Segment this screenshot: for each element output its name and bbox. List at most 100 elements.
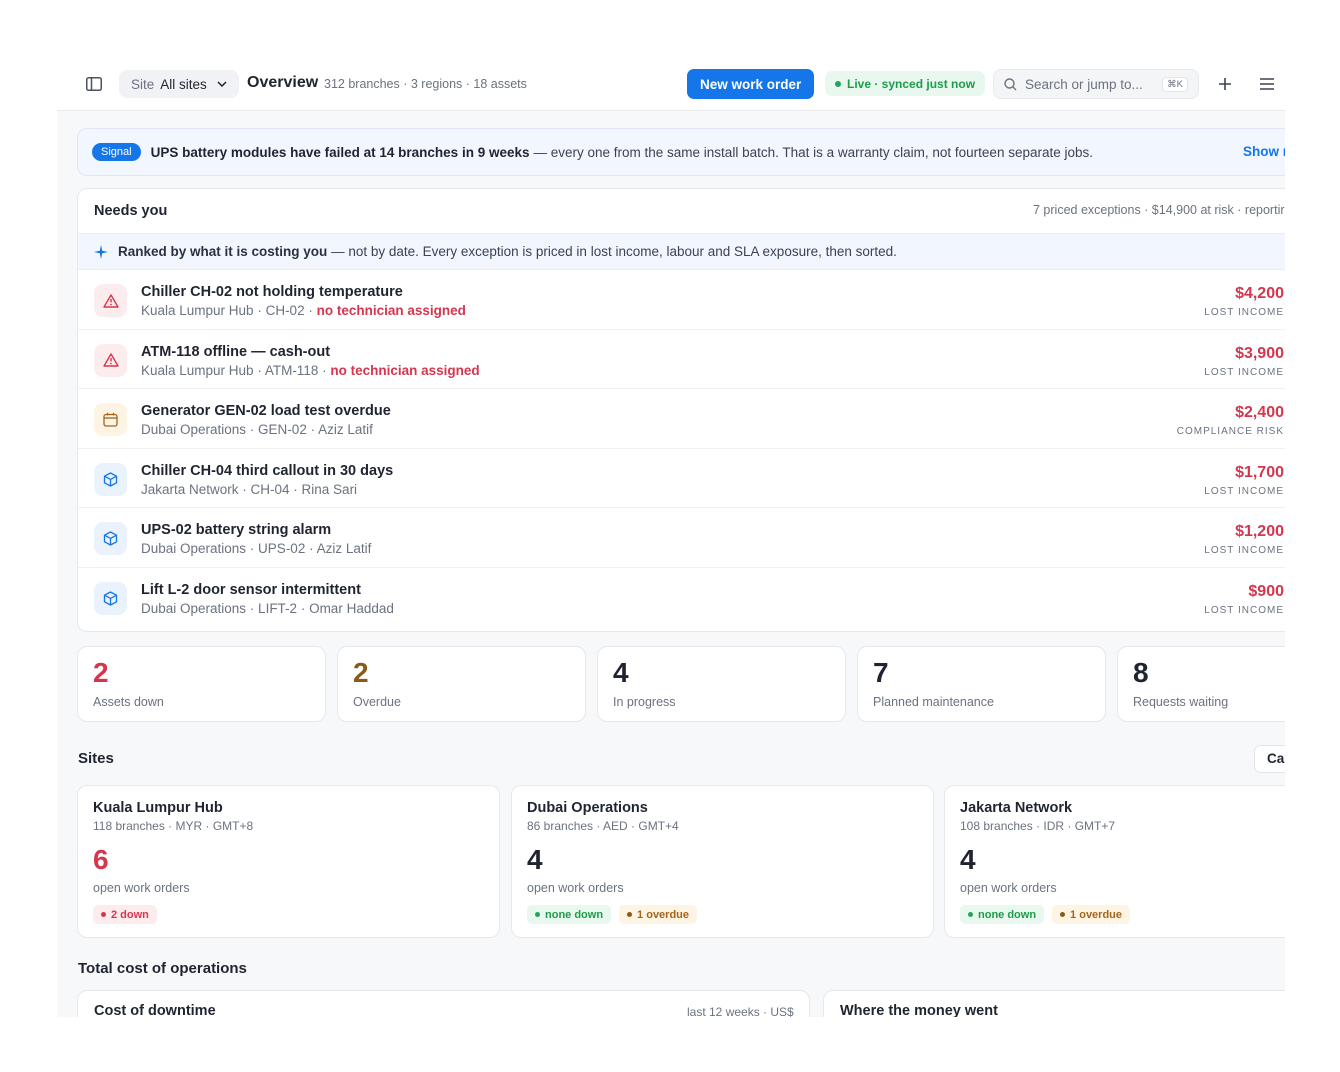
exception-row[interactable]: Chiller CH-04 third callout in 30 days J…	[78, 449, 1285, 508]
stat-label: Planned maintenance	[873, 695, 994, 709]
cost-of-downtime-card: Cost of downtime last 12 weeks · US$	[77, 990, 810, 1017]
signal-banner: Signal UPS battery modules have failed a…	[77, 128, 1285, 176]
site-open-label: open work orders	[93, 881, 190, 895]
top-bar: Site All sites Overview 312 branches · 3…	[57, 56, 1285, 111]
site-open-label: open work orders	[960, 881, 1057, 895]
stat-overdue[interactable]: 2 Overdue	[337, 646, 586, 722]
page-title: Overview	[247, 74, 319, 91]
needs-you-panel: Needs you 7 priced exceptions · $14,900 …	[77, 188, 1285, 632]
sidebar-toggle-icon[interactable]	[83, 73, 105, 95]
status-dot-icon	[1060, 912, 1066, 917]
site-open-label: open work orders	[527, 881, 624, 895]
exception-row[interactable]: Generator GEN-02 load test overdue Dubai…	[78, 389, 1285, 449]
plus-icon[interactable]	[1213, 72, 1237, 96]
exception-title: ATM-118 offline — cash-out	[141, 343, 331, 360]
where-money-went-card: Where the money went	[823, 990, 1285, 1017]
search-icon	[1004, 77, 1017, 91]
stat-value: 2	[93, 657, 109, 688]
stat-value: 8	[1133, 657, 1149, 688]
app-window: Site All sites Overview 312 branches · 3…	[57, 56, 1285, 1017]
exception-amount: $4,200	[1235, 285, 1284, 302]
new-work-order-button[interactable]: New work order	[687, 69, 815, 99]
cost-of-downtime-title: Cost of downtime	[94, 1003, 216, 1017]
site-selector-label: Site	[131, 76, 155, 92]
exception-title: UPS-02 battery string alarm	[141, 522, 332, 538]
exception-row[interactable]: Chiller CH-02 not holding temperature Ku…	[78, 270, 1285, 330]
site-name: Kuala Lumpur Hub	[93, 800, 223, 816]
overdue-badge-text: 1 overdue	[1070, 908, 1123, 921]
stat-assets-down[interactable]: 2 Assets down	[77, 646, 326, 722]
site-meta: 108 branches · IDR · GMT+7	[960, 819, 1116, 833]
stat-value: 4	[613, 657, 629, 688]
site-card-kuala-lumpur[interactable]: Kuala Lumpur Hub 118 branches · MYR · GM…	[77, 785, 500, 938]
exception-title: Lift L-2 door sensor intermittent	[141, 581, 361, 598]
ranking-note: Ranked by what it is costing you — not b…	[78, 233, 1285, 270]
status-badge: none down	[527, 905, 612, 924]
site-card-jakarta[interactable]: Jakarta Network 108 branches · IDR · GMT…	[944, 785, 1285, 938]
stat-in-progress[interactable]: 4 In progress	[597, 646, 846, 722]
search-placeholder: Search or jump to...	[1025, 76, 1143, 92]
search-shortcut: ⌘K	[1162, 76, 1188, 92]
exception-subtitle: Dubai Operations · LIFT-2 · Omar Haddad	[141, 600, 394, 616]
status-dot-icon	[627, 912, 633, 917]
site-selector[interactable]: Site All sites	[119, 70, 239, 98]
exception-subtitle: Kuala Lumpur Hub · CH-02 · no technician…	[141, 303, 466, 318]
calendar-icon	[94, 403, 127, 436]
exception-row[interactable]: UPS-02 battery string alarm Dubai Operat…	[78, 508, 1285, 568]
exception-location: Kuala Lumpur Hub · ATM-118 ·	[141, 362, 331, 378]
needs-you-header: Needs you 7 priced exceptions · $14,900 …	[78, 189, 1285, 233]
alert-triangle-icon	[94, 343, 127, 377]
status-badge-text: 2 down	[111, 908, 149, 921]
exception-subtitle: Dubai Operations · GEN-02 · Aziz Latif	[141, 422, 373, 437]
site-tags: none down 1 overdue	[527, 905, 698, 924]
exception-amount: $900	[1248, 582, 1284, 600]
exception-row[interactable]: Lift L-2 door sensor intermittent Dubai …	[78, 568, 1285, 628]
overdue-badge: 1 overdue	[1052, 905, 1131, 924]
signal-headline: UPS battery modules have failed at 14 br…	[150, 144, 530, 160]
site-tags: 2 down	[93, 905, 157, 924]
exception-subtitle: Dubai Operations · UPS-02 · Aziz Latif	[141, 541, 372, 556]
stat-requests-waiting[interactable]: 8 Requests waiting	[1117, 646, 1285, 722]
status-dot-icon	[535, 912, 540, 917]
live-status-badge: Live · synced just now	[825, 71, 986, 96]
site-tags: none down 1 overdue	[960, 905, 1131, 924]
where-money-went-title: Where the money went	[840, 1003, 998, 1017]
site-name: Jakarta Network	[960, 800, 1073, 816]
exception-amount-label: LOST INCOME	[1204, 366, 1284, 378]
signal-detail: — every one from the same install batch.…	[533, 144, 1094, 160]
chevron-down-icon	[217, 81, 227, 87]
signal-show-link[interactable]: Show r	[1243, 144, 1285, 159]
exception-warning: no technician assigned	[330, 362, 480, 378]
alert-triangle-icon	[94, 284, 127, 317]
overdue-badge-text: 1 overdue	[637, 908, 690, 921]
status-badge: none down	[960, 905, 1045, 924]
exception-subtitle: Jakarta Network · CH-04 · Rina Sari	[141, 481, 358, 497]
site-open-count: 4	[960, 844, 976, 875]
exception-amount: $1,700	[1235, 463, 1284, 481]
stat-planned-maintenance[interactable]: 7 Planned maintenance	[857, 646, 1106, 722]
exception-title: Chiller CH-02 not holding temperature	[141, 284, 403, 300]
exception-amount-label: LOST INCOME	[1204, 545, 1284, 556]
search-input[interactable]: Search or jump to... ⌘K	[993, 69, 1199, 99]
exception-warning: no technician assigned	[316, 303, 466, 318]
stat-label: Requests waiting	[1133, 695, 1229, 709]
site-meta: 86 branches · AED · GMT+4	[527, 819, 679, 833]
menu-icon[interactable]	[1255, 72, 1279, 96]
sites-action-button[interactable]: Ca	[1254, 745, 1285, 773]
site-card-dubai[interactable]: Dubai Operations 86 branches · AED · GMT…	[511, 785, 934, 938]
exception-title: Generator GEN-02 load test overdue	[141, 403, 391, 419]
site-selector-value: All sites	[160, 76, 207, 92]
site-meta: 118 branches · MYR · GMT+8	[93, 819, 254, 833]
exception-row[interactable]: ATM-118 offline — cash-out Kuala Lumpur …	[78, 330, 1285, 389]
exception-amount: $2,400	[1235, 404, 1284, 421]
stat-label: Assets down	[93, 695, 164, 709]
total-cost-title: Total cost of operations	[78, 960, 247, 977]
exception-amount-label: LOST INCOME	[1204, 485, 1284, 497]
exception-amount-label: COMPLIANCE RISK	[1176, 426, 1284, 437]
live-dot-icon	[835, 80, 841, 87]
stat-value: 7	[873, 657, 889, 688]
stat-value: 2	[353, 657, 369, 688]
live-status-text: Live · synced just now	[847, 76, 976, 91]
site-open-count: 6	[93, 844, 109, 875]
box-icon	[94, 462, 127, 496]
